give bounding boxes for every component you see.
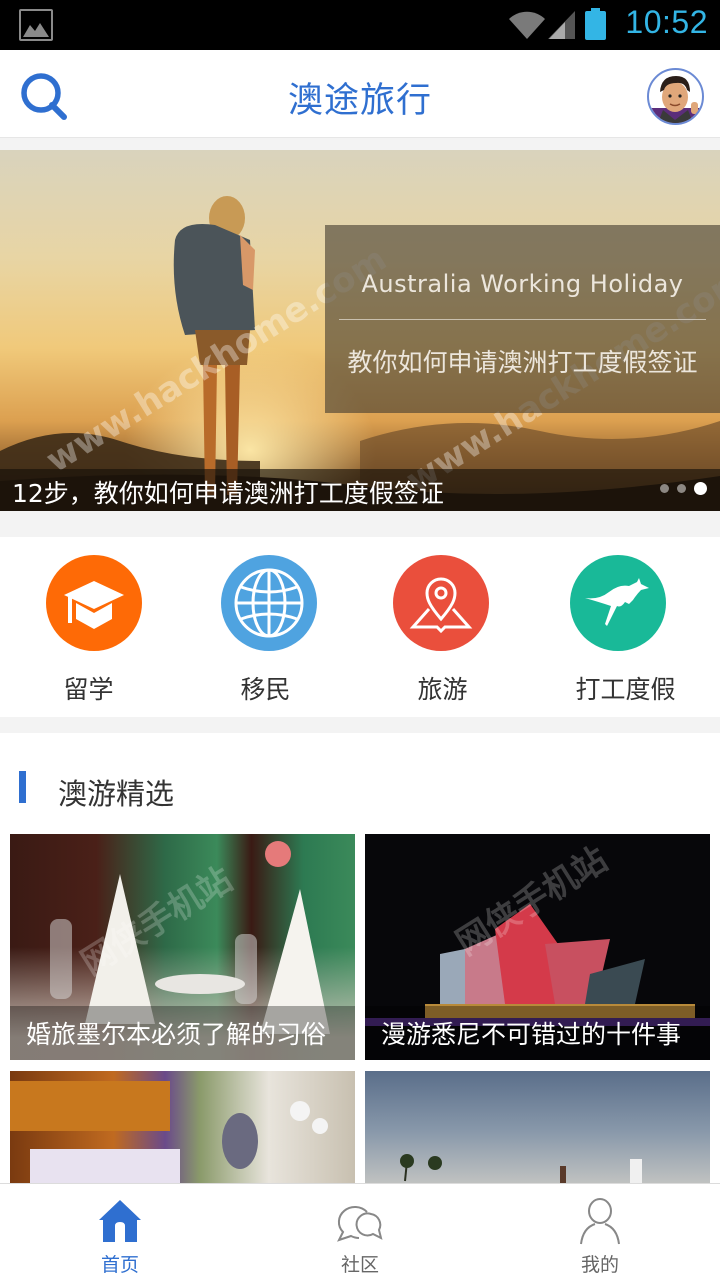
graduation-cap-icon [46,555,142,651]
banner-overlay-title: Australia Working Holiday [361,270,684,298]
hero-banner[interactable]: www.hackhome.com www.hackhome.com Austra… [0,150,720,511]
person-icon [580,1198,620,1245]
featured-section: 澳游精选 网侠手机站 婚旅墨尔本必须了解的习俗 网侠手机站 漫游悉尼不可错过的十… [0,733,720,1183]
divider [339,319,706,320]
section-title: 澳游精选 [58,777,175,811]
carousel-dot-3[interactable] [694,482,707,495]
category-working-holiday[interactable]: 打工度假 [531,537,720,717]
bottom-navigation: 首页 社区 我的 [0,1183,720,1280]
chat-bubbles-icon [337,1206,383,1242]
carousel-dot-1[interactable] [660,484,669,493]
category-label: 留学 [63,675,114,704]
section-accent-bar [19,771,26,803]
article-image [365,1071,710,1183]
user-avatar[interactable] [647,68,704,125]
gallery-notification-icon [19,9,53,41]
category-travel[interactable]: 旅游 [354,537,531,717]
tab-label: 首页 [100,1254,139,1276]
battery-icon [585,8,606,40]
tab-label: 我的 [580,1254,619,1276]
banner-caption-bar: 12步，教你如何申请澳洲打工度假签证 [0,469,720,511]
tab-community[interactable]: 社区 [240,1184,480,1280]
map-pin-icon [393,555,489,651]
cell-signal-icon [548,11,575,39]
carousel-indicator [660,482,707,495]
category-grid: 留学 移民 旅游 打工度假 [0,537,720,717]
article-card[interactable]: 网侠手机站 婚旅墨尔本必须了解的习俗 [10,834,355,1060]
globe-icon [221,555,317,651]
article-title: 婚旅墨尔本必须了解的习俗 [26,1020,327,1049]
tab-home[interactable]: 首页 [0,1184,240,1280]
article-card[interactable]: 网侠手机站 漫游悉尼不可错过的十件事 [365,834,710,1060]
tab-profile[interactable]: 我的 [480,1184,720,1280]
app-header: 澳途旅行 [0,50,720,138]
category-immigration[interactable]: 移民 [177,537,354,717]
category-label: 旅游 [417,675,468,704]
carousel-dot-2[interactable] [677,484,686,493]
banner-hiker [173,196,255,495]
article-caption-bar: 婚旅墨尔本必须了解的习俗 [10,1006,355,1060]
category-label: 移民 [240,675,291,704]
banner-overlay: Australia Working Holiday 教你如何申请澳洲打工度假签证 [325,225,720,413]
page-title: 澳途旅行 [287,81,432,121]
kangaroo-icon [570,555,666,651]
article-card[interactable] [365,1071,710,1183]
banner-overlay-subtitle: 教你如何申请澳洲打工度假签证 [347,348,698,377]
wifi-icon [509,11,545,39]
article-caption-bar: 漫游悉尼不可错过的十件事 [365,1006,710,1060]
category-study-abroad[interactable]: 留学 [0,537,177,717]
home-icon [99,1200,141,1242]
category-label: 打工度假 [575,675,676,704]
article-title: 漫游悉尼不可错过的十件事 [381,1020,682,1049]
banner-caption: 12步，教你如何申请澳洲打工度假签证 [12,479,444,508]
article-card[interactable] [10,1071,355,1183]
status-bar: 10:52 [0,0,720,50]
article-image [10,1071,355,1183]
tab-label: 社区 [340,1254,379,1276]
clock: 10:52 [625,4,708,40]
